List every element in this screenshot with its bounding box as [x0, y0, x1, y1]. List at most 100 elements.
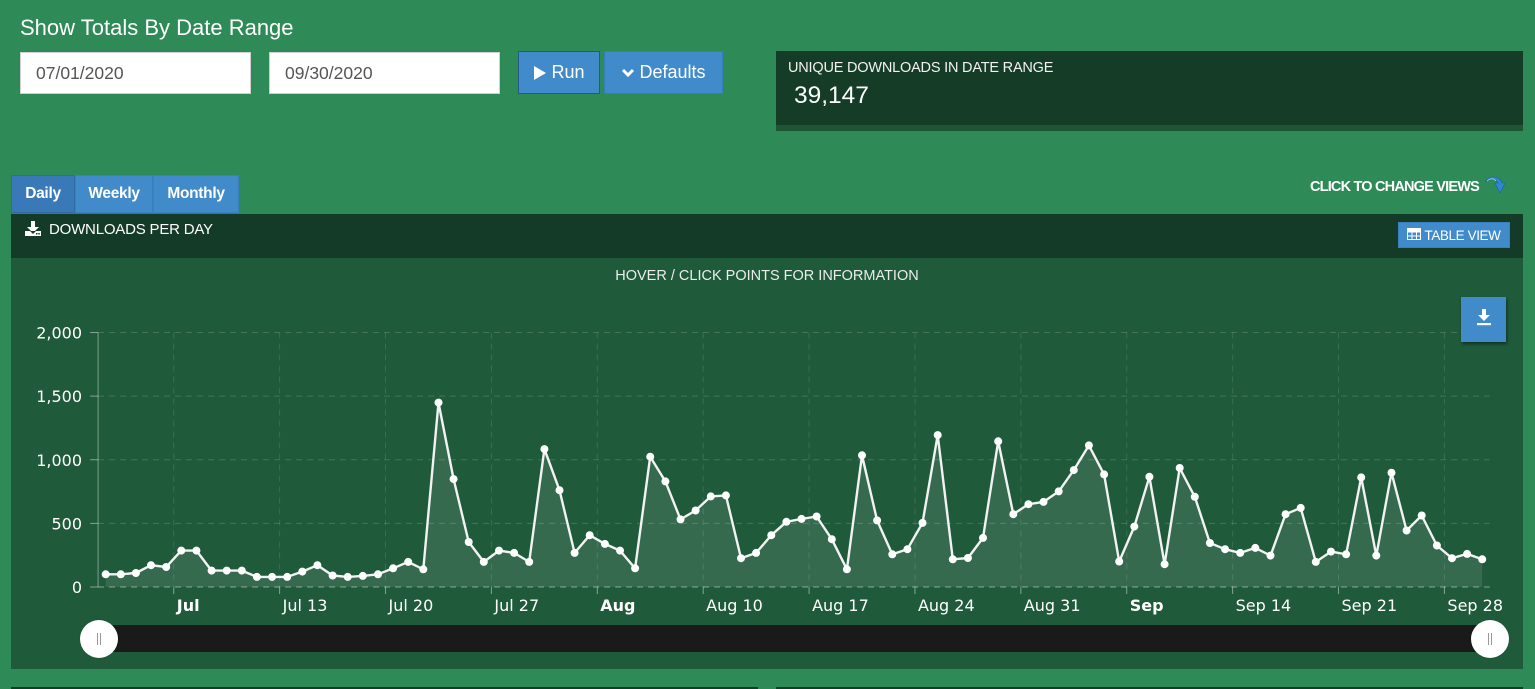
- data-point[interactable]: [177, 546, 186, 555]
- data-point[interactable]: [313, 561, 322, 570]
- download-icon: [1476, 308, 1492, 331]
- data-point[interactable]: [963, 554, 972, 562]
- data-point[interactable]: [419, 565, 428, 574]
- data-point[interactable]: [979, 533, 987, 542]
- data-point[interactable]: [1478, 555, 1487, 564]
- data-point[interactable]: [1266, 551, 1275, 560]
- navigator-handle-left[interactable]: [80, 620, 118, 658]
- data-point[interactable]: [812, 512, 821, 521]
- data-point[interactable]: [1054, 487, 1063, 496]
- data-point[interactable]: [1205, 539, 1214, 547]
- data-point[interactable]: [207, 566, 216, 575]
- data-point[interactable]: [1145, 472, 1154, 481]
- data-point[interactable]: [631, 564, 640, 573]
- data-point[interactable]: [1251, 543, 1260, 552]
- data-point[interactable]: [192, 546, 201, 555]
- x-tick-label: Sep 14: [1236, 596, 1292, 615]
- data-point[interactable]: [1311, 557, 1320, 566]
- x-tick-label: Sep: [1130, 596, 1164, 615]
- data-point[interactable]: [903, 545, 912, 554]
- data-point[interactable]: [1281, 510, 1290, 519]
- data-point[interactable]: [283, 572, 292, 581]
- navigator-track[interactable]: [98, 625, 1490, 652]
- data-point[interactable]: [1190, 492, 1199, 501]
- data-point[interactable]: [131, 569, 140, 577]
- data-point[interactable]: [994, 437, 1003, 446]
- data-point[interactable]: [661, 477, 670, 486]
- data-point[interactable]: [1372, 551, 1381, 560]
- data-point[interactable]: [600, 539, 609, 548]
- data-point[interactable]: [1432, 541, 1441, 550]
- data-point[interactable]: [827, 535, 836, 544]
- data-point[interactable]: [116, 570, 125, 579]
- data-point[interactable]: [525, 557, 534, 566]
- data-point[interactable]: [737, 554, 745, 563]
- data-point[interactable]: [510, 548, 519, 557]
- data-point[interactable]: [585, 531, 594, 540]
- data-point[interactable]: [1296, 503, 1305, 512]
- data-point[interactable]: [676, 515, 685, 524]
- data-point[interactable]: [797, 514, 806, 523]
- data-point[interactable]: [555, 486, 564, 495]
- data-point[interactable]: [162, 563, 171, 571]
- data-point[interactable]: [767, 531, 776, 540]
- data-point[interactable]: [873, 516, 882, 525]
- data-point[interactable]: [449, 475, 458, 484]
- data-point[interactable]: [752, 548, 761, 557]
- data-point[interactable]: [1009, 510, 1018, 519]
- data-point[interactable]: [268, 572, 277, 581]
- data-point[interactable]: [495, 546, 503, 555]
- data-point[interactable]: [1069, 466, 1078, 475]
- data-point[interactable]: [1221, 545, 1230, 554]
- data-point[interactable]: [1236, 548, 1245, 557]
- data-point[interactable]: [1024, 500, 1033, 509]
- data-point[interactable]: [1463, 549, 1472, 558]
- data-point[interactable]: [918, 518, 927, 527]
- data-point[interactable]: [842, 565, 851, 574]
- data-point[interactable]: [1342, 550, 1351, 559]
- data-point[interactable]: [389, 564, 398, 573]
- data-point[interactable]: [343, 572, 352, 581]
- data-point[interactable]: [1417, 511, 1426, 520]
- data-point[interactable]: [1160, 560, 1169, 569]
- data-point[interactable]: [404, 557, 413, 566]
- data-point[interactable]: [1327, 547, 1335, 556]
- data-point[interactable]: [1084, 441, 1093, 450]
- data-point[interactable]: [1357, 473, 1366, 482]
- data-point[interactable]: [1130, 522, 1139, 531]
- data-point[interactable]: [147, 561, 155, 570]
- export-chart-button[interactable]: [1461, 297, 1506, 342]
- data-point[interactable]: [1402, 526, 1411, 535]
- data-point[interactable]: [782, 517, 791, 526]
- data-point[interactable]: [222, 566, 231, 575]
- data-point[interactable]: [479, 557, 488, 566]
- data-point[interactable]: [1448, 554, 1456, 563]
- data-point[interactable]: [237, 566, 246, 575]
- data-point[interactable]: [464, 538, 473, 546]
- data-point[interactable]: [1100, 470, 1109, 479]
- data-point[interactable]: [1387, 468, 1396, 477]
- data-point[interactable]: [328, 571, 337, 580]
- data-point[interactable]: [1039, 497, 1048, 506]
- data-point[interactable]: [570, 548, 579, 557]
- data-point[interactable]: [888, 550, 897, 559]
- data-point[interactable]: [721, 491, 730, 500]
- navigator-handle-right[interactable]: [1471, 620, 1509, 658]
- data-point[interactable]: [374, 570, 382, 579]
- data-point[interactable]: [1115, 557, 1124, 566]
- data-point[interactable]: [298, 567, 307, 576]
- data-point[interactable]: [646, 452, 655, 461]
- data-point[interactable]: [1175, 464, 1184, 472]
- data-point[interactable]: [540, 445, 549, 454]
- x-tick-label: Aug 24: [918, 596, 975, 615]
- data-point[interactable]: [358, 571, 367, 580]
- data-point[interactable]: [691, 506, 700, 515]
- data-point[interactable]: [948, 555, 957, 564]
- data-point[interactable]: [434, 398, 443, 407]
- data-point[interactable]: [616, 546, 624, 555]
- data-point[interactable]: [101, 570, 110, 579]
- data-point[interactable]: [858, 451, 866, 460]
- data-point[interactable]: [706, 492, 715, 501]
- data-point[interactable]: [933, 431, 942, 440]
- data-point[interactable]: [252, 572, 261, 581]
